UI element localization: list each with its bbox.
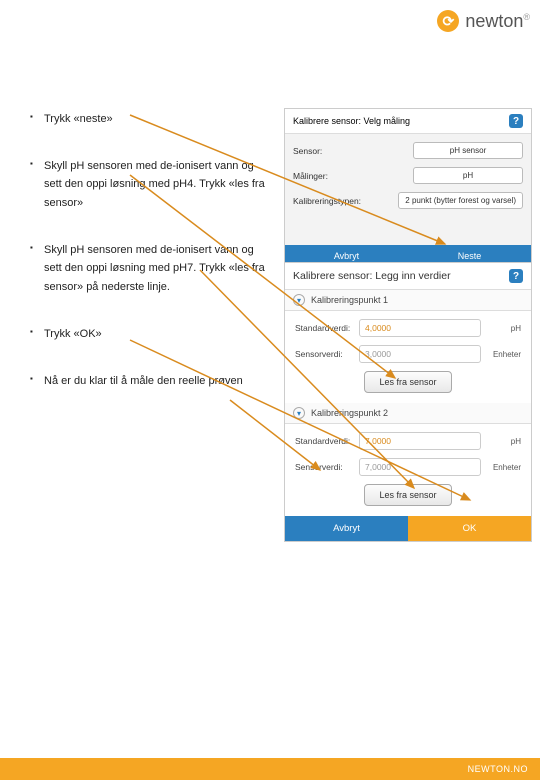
sensor-select[interactable]: pH sensor: [413, 142, 523, 159]
section-point2-header[interactable]: ▾ Kalibreringspunkt 2: [285, 403, 531, 424]
bullet-item: Skyll pH sensoren med de-ionisert vann o…: [30, 241, 270, 297]
help-icon[interactable]: ?: [509, 114, 523, 128]
std-value-2[interactable]: 7,0000: [359, 432, 481, 450]
bullet-item: Nå er du klar til å måle den reelle prøv…: [30, 372, 270, 391]
calibration-type-select[interactable]: 2 punkt (bytter forest og varsel): [398, 192, 523, 209]
help-icon[interactable]: ?: [509, 269, 523, 283]
chevron-down-icon: ▾: [293, 294, 305, 306]
cancel-button[interactable]: Avbryt: [285, 516, 408, 541]
dialog2-title: Kalibrere sensor: Legg inn verdier: [293, 270, 451, 282]
unit-ph: pH: [487, 324, 521, 333]
brand-logo: ⟳ newton®: [437, 10, 530, 32]
std-label: Standardverdi:: [295, 323, 353, 333]
sensor-label: Sensorverdi:: [295, 462, 353, 472]
dialog-select-measurement: Kalibrere sensor: Velg måling ? Sensor: …: [284, 108, 532, 268]
unit-enh: Enheter: [487, 350, 521, 359]
chevron-down-icon: ▾: [293, 407, 305, 419]
unit-ph: pH: [487, 437, 521, 446]
sensor-value-2[interactable]: 7,0000: [359, 458, 481, 476]
row-label: Sensor:: [293, 146, 322, 156]
read-from-sensor-button-2[interactable]: Les fra sensor: [364, 484, 451, 506]
section-point1-header[interactable]: ▾ Kalibreringspunkt 1: [285, 290, 531, 311]
newton-swirl-icon: ⟳: [437, 10, 459, 32]
dialog1-title: Kalibrere sensor: Velg måling: [293, 116, 410, 126]
page-footer: NEWTON.NO: [0, 758, 540, 780]
sensor-label: Sensorverdi:: [295, 349, 353, 359]
unit-enh: Enheter: [487, 463, 521, 472]
row-label: Kalibreringstypen:: [293, 196, 361, 206]
read-from-sensor-button-1[interactable]: Les fra sensor: [364, 371, 451, 393]
brand-name: newton®: [465, 11, 530, 32]
measurement-select[interactable]: pH: [413, 167, 523, 184]
ok-button[interactable]: OK: [408, 516, 531, 541]
bullet-item: Trykk «OK»: [30, 325, 270, 344]
dialog-enter-values: Kalibrere sensor: Legg inn verdier ? ▾ K…: [284, 262, 532, 542]
std-label: Standardverdi:: [295, 436, 353, 446]
sensor-value-1[interactable]: 3,0000: [359, 345, 481, 363]
bullet-item: Trykk «neste»: [30, 110, 270, 129]
row-label: Målinger:: [293, 171, 328, 181]
footer-url: NEWTON.NO: [468, 764, 528, 774]
instruction-list: Trykk «neste» Skyll pH sensoren med de-i…: [30, 110, 270, 418]
bullet-item: Skyll pH sensoren med de-ionisert vann o…: [30, 157, 270, 213]
std-value-1[interactable]: 4,0000: [359, 319, 481, 337]
